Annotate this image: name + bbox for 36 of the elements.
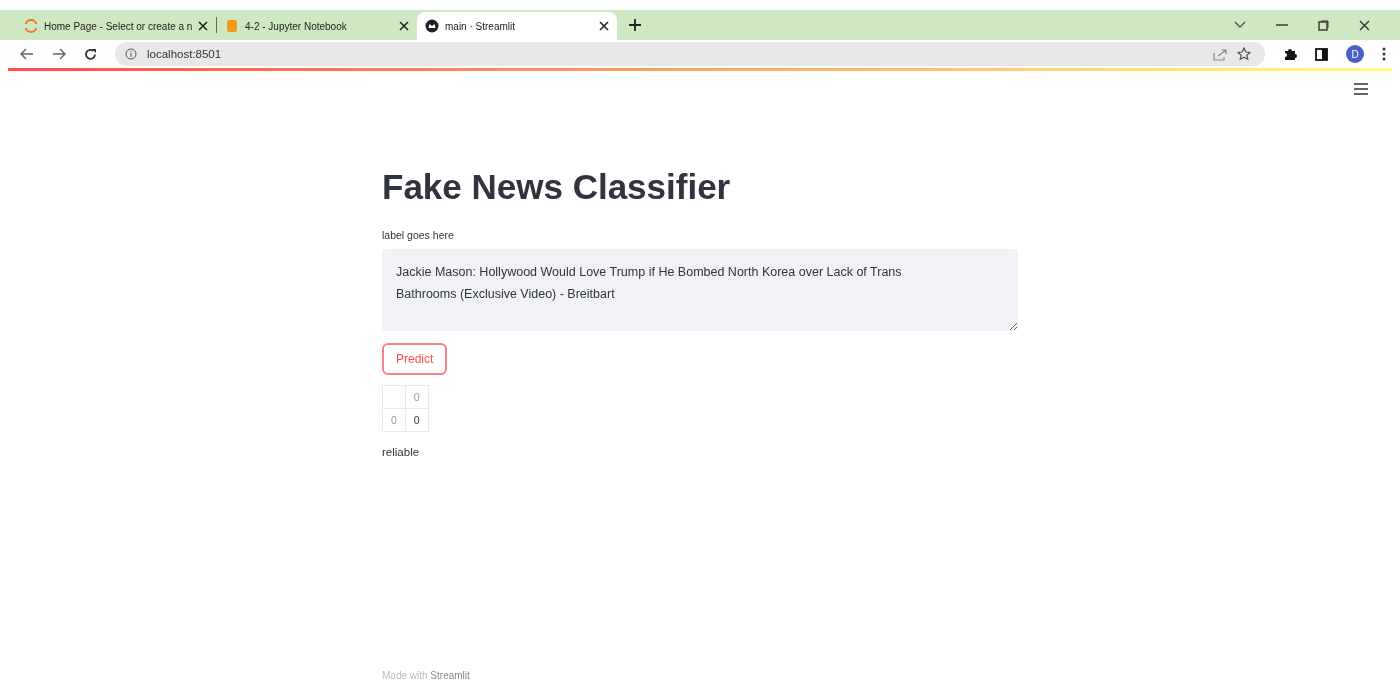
url-text: localhost:8501	[147, 48, 222, 60]
close-icon[interactable]	[198, 21, 209, 31]
browser-tab[interactable]: main · Streamlit	[417, 12, 617, 40]
chevron-down-icon[interactable]	[1234, 21, 1246, 29]
new-tab-icon[interactable]	[629, 19, 641, 31]
close-icon[interactable]	[399, 21, 409, 31]
footer-text: Made with	[382, 670, 428, 681]
notebook-icon	[225, 19, 239, 33]
close-icon[interactable]	[599, 21, 609, 31]
star-icon[interactable]	[1237, 47, 1251, 61]
jupyter-icon	[24, 19, 38, 33]
page-title: Fake News Classifier	[382, 166, 731, 208]
field-label: label goes here	[382, 229, 454, 241]
sidebar-icon[interactable]	[1315, 47, 1328, 61]
streamlit-link[interactable]: Streamlit	[430, 670, 470, 681]
column-header: 0	[405, 385, 429, 409]
puzzle-icon[interactable]	[1283, 47, 1297, 61]
result-text: reliable	[382, 446, 420, 458]
more-icon[interactable]	[1382, 47, 1386, 61]
forward-icon[interactable]	[52, 48, 66, 60]
close-icon[interactable]	[1359, 19, 1370, 31]
menu-icon[interactable]	[1354, 83, 1368, 95]
table-cell: 0	[405, 408, 429, 432]
back-icon[interactable]	[20, 48, 34, 60]
row-index: 0	[382, 408, 406, 432]
reload-icon[interactable]	[84, 47, 97, 61]
browser-tab[interactable]: Home Page - Select or create a n	[16, 12, 216, 40]
restore-icon[interactable]	[1318, 19, 1329, 31]
crown-icon	[425, 19, 439, 33]
info-icon	[125, 48, 137, 60]
address-bar[interactable]: localhost:8501	[115, 42, 1265, 66]
table-corner	[382, 385, 406, 409]
browser-tab[interactable]: 4-2 - Jupyter Notebook	[217, 12, 417, 40]
text-area[interactable]: Jackie Mason: Hollywood Would Love Trump if He Bombed North Korea over Lack of Trans Bathrooms (Exclusive Video) - Breitbart	[382, 249, 1018, 331]
profile-avatar[interactable]: D	[1346, 45, 1364, 63]
share-icon[interactable]	[1213, 47, 1227, 61]
